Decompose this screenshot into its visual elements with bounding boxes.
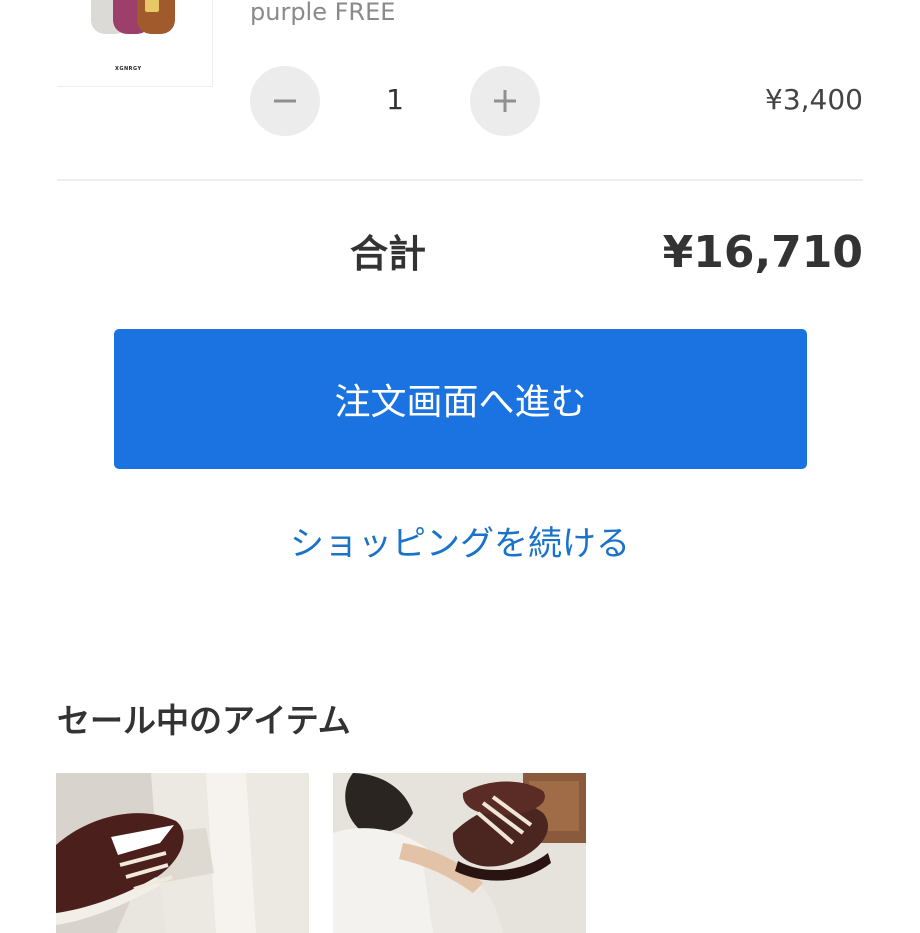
- sale-item-card[interactable]: [56, 773, 309, 933]
- total-label: 合計: [350, 232, 427, 276]
- cart-item-thumbnail[interactable]: XGNRGY: [57, 0, 213, 87]
- quantity-increase-button[interactable]: [470, 66, 540, 136]
- quantity-value: 1: [386, 83, 404, 116]
- sneaker-photo-icon: [56, 773, 309, 933]
- quantity-decrease-button[interactable]: [250, 66, 320, 136]
- minus-icon: [274, 99, 296, 103]
- total-value: ¥16,710: [662, 227, 863, 278]
- cap-brown-image: [137, 0, 175, 34]
- thumbnail-brand-label: XGNRGY: [115, 66, 142, 72]
- checkout-button[interactable]: 注文画面へ進む: [114, 329, 807, 469]
- cart-item-price: ¥3,400: [765, 83, 863, 116]
- sale-item-card[interactable]: [333, 773, 586, 933]
- sneaker-photo-icon: [333, 773, 586, 933]
- sale-section-heading: セール中のアイテム: [57, 701, 351, 740]
- checkout-button-label: 注文画面へ進む: [334, 382, 587, 423]
- continue-shopping-link[interactable]: ショッピングを続ける: [0, 520, 920, 568]
- section-divider: [57, 179, 863, 181]
- cart-item-variant: purple FREE: [250, 0, 396, 26]
- plus-icon: [494, 90, 516, 112]
